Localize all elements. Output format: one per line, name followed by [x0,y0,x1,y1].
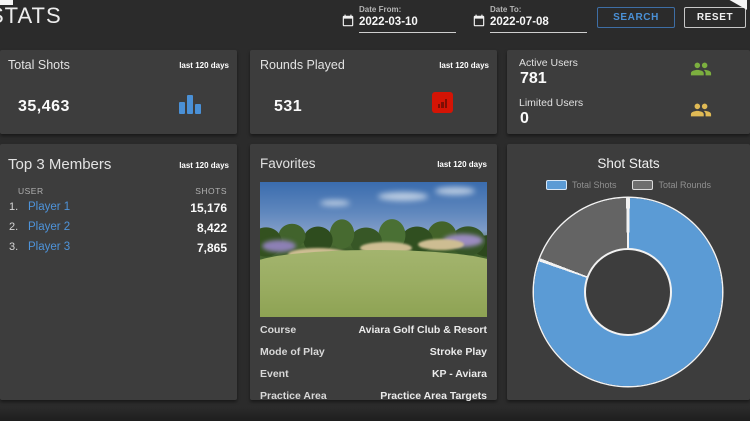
period-badge: last 120 days [179,161,229,170]
calendar-icon [341,14,355,28]
top-members-card: Top 3 Members last 120 days USER SHOTS 1… [0,144,237,400]
bar-chart-icon [179,95,201,114]
table-row: 3. Player 3 7,865 [0,241,237,257]
golf-course-image [260,182,487,317]
member-link[interactable]: Player 2 [28,221,70,233]
date-to-value[interactable]: 2022-07-08 [490,16,587,28]
bottom-fade [0,407,750,421]
table-row: 1. Player 1 15,176 [0,201,237,217]
detail-label: Course [260,324,296,336]
card-title: Rounds Played [260,58,345,72]
fairway [260,250,487,317]
detail-row: Course Aviara Golf Club & Resort [260,320,487,342]
detail-label: Mode of Play [260,346,325,358]
detail-row: Practice Area Practice Area Targets [260,386,487,408]
legend-item-total-rounds[interactable]: Total Rounds [632,180,711,190]
donut-hole [584,248,672,336]
search-button[interactable]: SEARCH [597,7,675,28]
shot-stats-card: Shot Stats Total Shots Total Rounds [507,144,750,400]
period-badge: last 120 days [437,160,487,169]
detail-label: Event [260,368,289,380]
legend-swatch-gray [632,180,653,190]
period-badge: last 120 days [439,61,489,70]
users-card: Active Users 781 Limited Users 0 [507,50,750,134]
favorites-card: Favorites last 120 days Course Aviara Go… [250,144,497,400]
rounds-played-card: Rounds Played last 120 days 531 [250,50,497,134]
detail-value: Practice Area Targets [380,390,487,402]
active-users-group-icon [686,58,716,80]
date-from-label: Date From: [359,5,456,14]
detail-row: Event KP - Aviara [260,364,487,386]
calendar-icon [472,14,486,28]
card-title: Top 3 Members [8,156,111,173]
reset-button[interactable]: RESET [684,7,746,28]
legend-item-total-shots[interactable]: Total Shots [546,180,617,190]
total-shots-card: Total Shots last 120 days 35,463 [0,50,237,134]
member-shots: 8,422 [197,221,227,235]
date-to-field[interactable]: Date To: 2022-07-08 [472,5,587,33]
member-rank: 2. [9,221,18,233]
limited-users-value: 0 [520,110,529,128]
legend-label: Total Shots [572,180,617,190]
detail-value: Aviara Golf Club & Resort [358,324,487,336]
limited-users-group-icon [686,99,716,121]
legend-label: Total Rounds [658,180,711,190]
red-chart-icon [432,92,453,113]
member-link[interactable]: Player 1 [28,201,70,213]
legend-swatch-blue [546,180,567,190]
table-row: 2. Player 2 8,422 [0,221,237,237]
active-users-label: Active Users [519,57,578,69]
limited-users-label: Limited Users [519,97,583,109]
page-title: STATS [0,3,62,29]
member-link[interactable]: Player 3 [28,241,70,253]
card-title: Total Shots [8,58,70,72]
member-rank: 1. [9,201,18,213]
detail-label: Practice Area [260,390,327,402]
detail-row: Mode of Play Stroke Play [260,342,487,364]
date-to-label: Date To: [490,5,587,14]
favorites-details: Course Aviara Golf Club & Resort Mode of… [260,320,487,408]
total-shots-value: 35,463 [18,98,70,116]
member-rank: 3. [9,241,18,253]
date-from-value[interactable]: 2022-03-10 [359,16,456,28]
rounds-played-value: 531 [274,98,302,116]
period-badge: last 120 days [179,61,229,70]
detail-value: Stroke Play [430,346,487,358]
column-header-shots: SHOTS [195,186,227,196]
active-users-value: 781 [520,70,547,88]
card-title: Favorites [260,156,316,171]
member-shots: 15,176 [190,201,227,215]
date-from-field[interactable]: Date From: 2022-03-10 [341,5,456,33]
detail-value: KP - Aviara [432,368,487,380]
donut-chart [534,198,722,386]
column-header-user: USER [18,186,44,196]
chart-legend: Total Shots Total Rounds [507,180,750,190]
chart-title: Shot Stats [507,156,750,171]
member-shots: 7,865 [197,241,227,255]
